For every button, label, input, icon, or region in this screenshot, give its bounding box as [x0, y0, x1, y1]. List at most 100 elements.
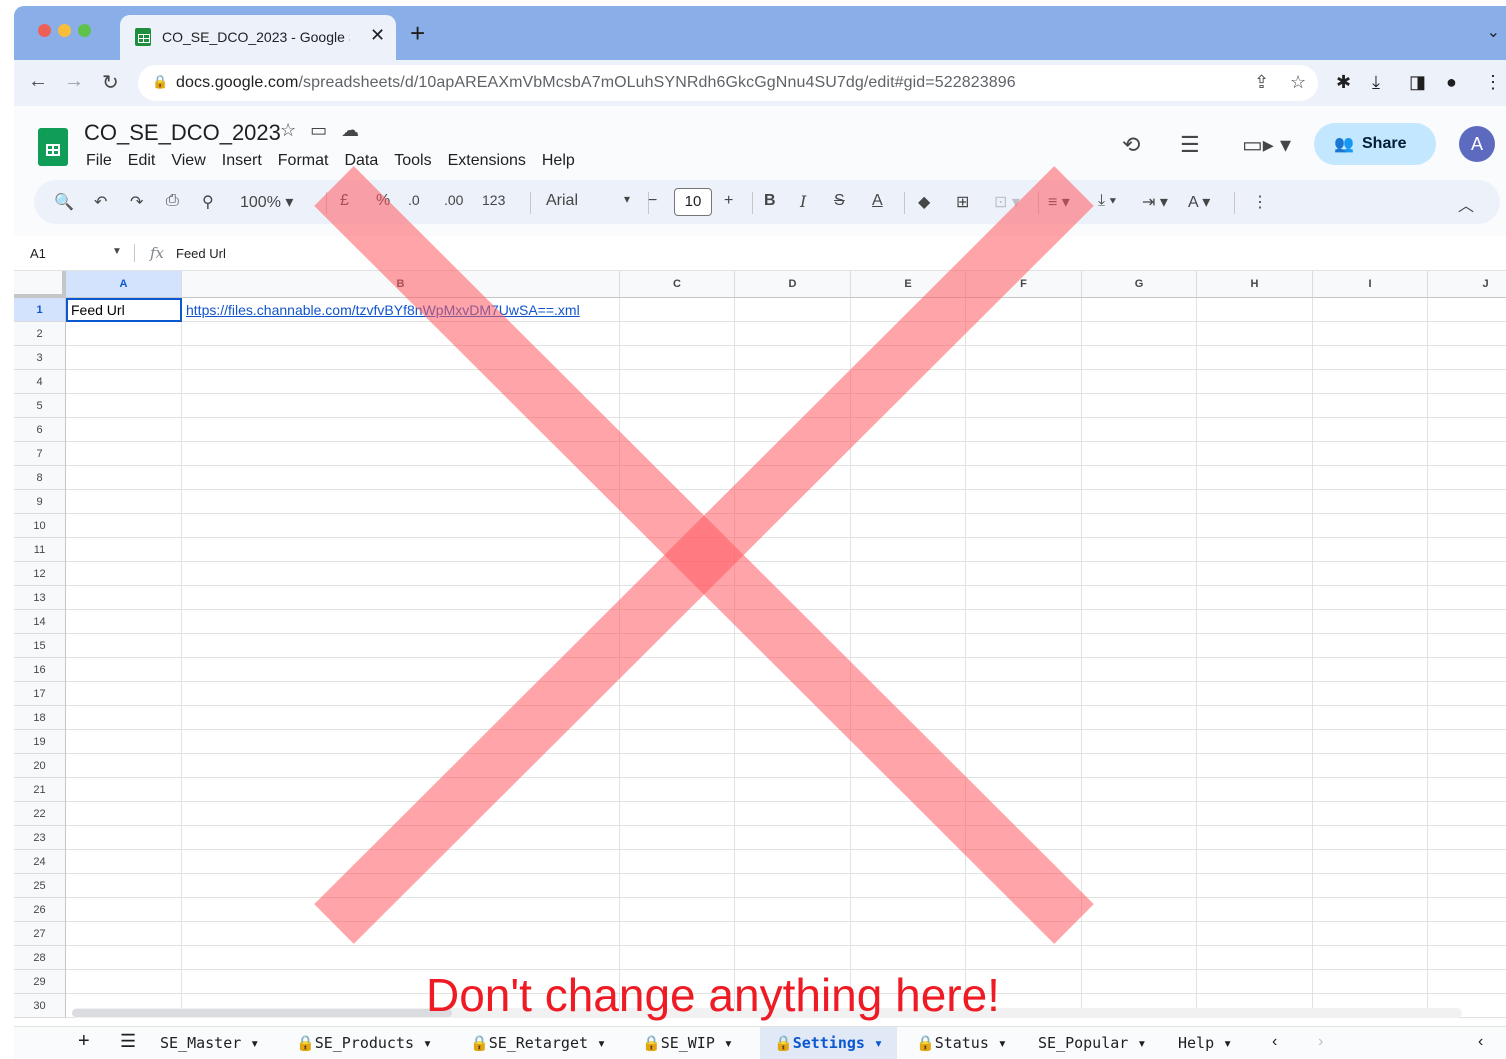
back-arrow-icon[interactable]: ← — [28, 70, 48, 93]
row-header[interactable]: 28 — [14, 946, 66, 970]
undo-icon[interactable]: ↶ — [94, 192, 107, 212]
row-header[interactable]: 23 — [14, 826, 66, 850]
browser-menu-icon[interactable]: ⋮ — [1484, 72, 1502, 93]
row-header[interactable]: 30 — [14, 994, 66, 1018]
column-header-b[interactable]: B — [182, 271, 620, 298]
tab-search-chevron-icon[interactable]: ⌄ — [1487, 22, 1500, 42]
address-bar[interactable]: 🔒 docs.google.com/spreadsheets/d/10apARE… — [138, 65, 1318, 101]
menu-data[interactable]: Data — [336, 152, 386, 170]
menu-tools[interactable]: Tools — [386, 152, 439, 170]
sheet-tab-se-popular[interactable]: SE_Popular ▾ — [1038, 1027, 1146, 1059]
row-header[interactable]: 7 — [14, 442, 66, 466]
browser-tab[interactable]: CO_SE_DCO_2023 - Google S ✕ — [120, 15, 396, 60]
select-all-corner[interactable] — [14, 271, 66, 298]
text-wrap-icon[interactable]: ⇥ ▾ — [1142, 192, 1168, 212]
row-header[interactable]: 1 — [14, 298, 66, 322]
profile-extension-icon[interactable]: ● — [1446, 72, 1457, 93]
move-folder-icon[interactable]: ▭ — [310, 120, 327, 141]
forward-arrow-icon[interactable]: → — [64, 70, 84, 93]
scroll-tabs-left-icon[interactable]: ‹ — [1272, 1033, 1277, 1051]
cloud-status-icon[interactable]: ☁ — [341, 120, 359, 141]
name-box[interactable]: A1 — [30, 246, 46, 261]
bold-button[interactable]: B — [764, 192, 776, 210]
formula-input[interactable]: Feed Url — [176, 246, 226, 261]
percent-format-button[interactable]: % — [376, 192, 390, 210]
row-header[interactable]: 25 — [14, 874, 66, 898]
column-header-j[interactable]: J — [1428, 271, 1506, 298]
text-rotation-icon[interactable]: A ▾ — [1188, 192, 1210, 212]
column-header-c[interactable]: C — [620, 271, 735, 298]
name-box-chevron-icon[interactable]: ▼ — [112, 246, 122, 257]
menu-insert[interactable]: Insert — [214, 152, 270, 170]
row-header[interactable]: 6 — [14, 418, 66, 442]
close-tab-icon[interactable]: ✕ — [370, 25, 385, 46]
row-header[interactable]: 15 — [14, 634, 66, 658]
sheet-tab-se-retarget[interactable]: 🔒SE_Retarget ▾ — [470, 1027, 606, 1059]
row-header[interactable]: 5 — [14, 394, 66, 418]
italic-button[interactable]: I — [800, 192, 806, 211]
currency-format-button[interactable]: £ — [340, 192, 349, 210]
meet-video-icon[interactable]: ▭▸ ▾ — [1242, 132, 1291, 158]
decrease-decimal-button[interactable]: .0 — [408, 192, 420, 208]
row-header[interactable]: 11 — [14, 538, 66, 562]
row-header[interactable]: 17 — [14, 682, 66, 706]
menu-view[interactable]: View — [163, 152, 213, 170]
add-sheet-button[interactable]: + — [78, 1030, 90, 1053]
column-header-d[interactable]: D — [735, 271, 851, 298]
collapse-menus-chevron-icon[interactable]: ︿ — [1458, 192, 1474, 216]
row-header[interactable]: 12 — [14, 562, 66, 586]
row-header[interactable]: 22 — [14, 802, 66, 826]
close-window-button[interactable] — [38, 24, 51, 37]
search-menus-icon[interactable]: 🔍 — [54, 192, 74, 212]
vertical-align-icon[interactable]: ⤓ ▾ — [1098, 192, 1116, 210]
sheet-tab-status[interactable]: 🔒Status ▾ — [916, 1027, 1007, 1059]
column-header-h[interactable]: H — [1197, 271, 1313, 298]
decrease-font-size-button[interactable]: − — [648, 192, 657, 210]
lock-icon[interactable]: 🔒 — [152, 74, 168, 90]
account-avatar[interactable]: A — [1459, 126, 1495, 162]
sheet-tab-help[interactable]: Help ▾ — [1178, 1027, 1232, 1059]
fill-color-icon[interactable]: ◆ — [918, 192, 930, 212]
maximize-window-button[interactable] — [78, 24, 91, 37]
column-header-e[interactable]: E — [851, 271, 966, 298]
new-tab-button[interactable]: + — [410, 18, 425, 49]
row-header[interactable]: 14 — [14, 610, 66, 634]
row-header[interactable]: 13 — [14, 586, 66, 610]
sheet-tab-settings[interactable]: 🔒Settings ▾ — [760, 1027, 897, 1059]
column-header-a[interactable]: A — [66, 271, 182, 298]
cell-b1-link[interactable]: https://files.channable.com/tzvfvBYf8nWp… — [186, 298, 580, 322]
menu-file[interactable]: File — [78, 152, 120, 170]
sheet-tab-se-wip[interactable]: 🔒SE_WIP ▾ — [642, 1027, 733, 1059]
bookmark-star-icon[interactable]: ☆ — [1290, 72, 1306, 93]
share-page-icon[interactable]: ⇪ — [1254, 72, 1269, 93]
redo-icon[interactable]: ↷ — [130, 192, 143, 212]
increase-decimal-button[interactable]: .00 — [444, 192, 463, 208]
row-header[interactable]: 26 — [14, 898, 66, 922]
more-tools-icon[interactable]: ⋮ — [1252, 192, 1268, 212]
star-icon[interactable]: ☆ — [280, 120, 296, 141]
menu-help[interactable]: Help — [534, 152, 583, 170]
column-header-i[interactable]: I — [1313, 271, 1428, 298]
row-header[interactable]: 3 — [14, 346, 66, 370]
merge-cells-icon[interactable]: ⊡ ▾ — [994, 192, 1020, 212]
side-panel-toggle-icon[interactable]: ‹ — [1478, 1033, 1483, 1051]
row-header[interactable]: 10 — [14, 514, 66, 538]
text-color-icon[interactable]: A — [872, 192, 883, 210]
menu-format[interactable]: Format — [270, 152, 337, 170]
side-panel-icon[interactable]: ◨ — [1409, 72, 1426, 93]
row-header[interactable]: 8 — [14, 466, 66, 490]
sheets-logo-icon[interactable] — [38, 128, 68, 166]
strikethrough-icon[interactable]: S — [834, 192, 845, 210]
minimize-window-button[interactable] — [58, 24, 71, 37]
spreadsheet-grid[interactable]: A B C D E F G H I J 1 2 3 4 5 6 7 8 9 10 11 12 13 14 1… — [14, 271, 1506, 1018]
row-header[interactable]: 2 — [14, 322, 66, 346]
version-history-icon[interactable]: ⟲ — [1122, 132, 1140, 158]
print-icon[interactable]: ⎙ — [166, 192, 179, 210]
horizontal-align-icon[interactable]: ≡ ▾ — [1048, 192, 1070, 212]
extensions-puzzle-icon[interactable]: ✱ — [1336, 72, 1351, 93]
row-header[interactable]: 9 — [14, 490, 66, 514]
reload-icon[interactable]: ↻ — [102, 70, 119, 95]
zoom-select[interactable]: 100% ▾ — [240, 192, 293, 212]
all-sheets-icon[interactable]: ☰ — [120, 1031, 136, 1052]
menu-edit[interactable]: Edit — [120, 152, 164, 170]
